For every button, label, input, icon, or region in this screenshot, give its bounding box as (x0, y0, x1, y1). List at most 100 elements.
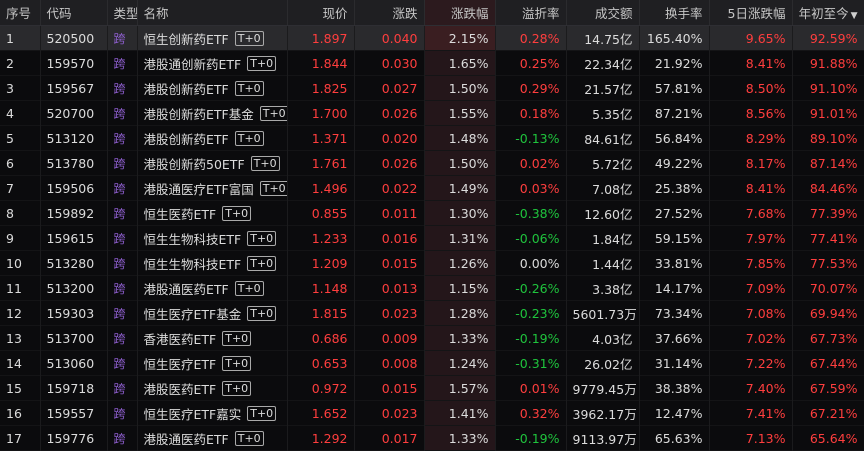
table-row[interactable]: 2 159570 跨 港股通创新药ETF T+0 1.844 0.030 1.65% 0.25%… (0, 50, 864, 76)
cross-border-tag: 跨 (113, 106, 126, 121)
row-code: 513060 (40, 350, 108, 376)
row-premium: -0.31% (495, 350, 567, 376)
t0-badge: T+0 (259, 180, 286, 196)
row-seq: 2 (0, 50, 41, 76)
row-turnover: 3.38亿 (566, 275, 640, 301)
header-seq[interactable]: 序号 (0, 0, 41, 26)
header-turnover[interactable]: 成交额 (566, 0, 640, 26)
row-type: 跨 (107, 275, 138, 301)
row-name-cell: 恒生生物科技ETF T+0 (137, 250, 288, 276)
table-row[interactable]: 16 159557 跨 恒生医疗ETF嘉实 T+0 1.652 0.023 1.41% 0.32… (0, 400, 864, 426)
row-change: 0.011 (354, 200, 425, 226)
row-code: 159557 (40, 400, 108, 426)
header-change[interactable]: 涨跌 (354, 0, 425, 26)
row-turnover: 12.60亿 (566, 200, 640, 226)
t0-badge: T+0 (259, 105, 286, 121)
header-ytd[interactable]: 年初至今 ▼ (792, 0, 864, 26)
row-change: 0.023 (354, 300, 425, 326)
row-turnover: 21.57亿 (566, 75, 640, 101)
t0-badge: T+0 (250, 155, 280, 171)
header-premium[interactable]: 溢折率 (495, 0, 567, 26)
row-type: 跨 (107, 375, 138, 401)
t0-badge: T+0 (234, 430, 264, 446)
row-turnover-rate: 27.52% (639, 200, 710, 226)
row-price: 1.897 (287, 25, 355, 51)
t0-badge: T+0 (222, 380, 252, 396)
row-turnover-rate: 59.15% (639, 225, 710, 251)
row-premium: -0.19% (495, 425, 567, 451)
row-five-day: 7.97% (709, 225, 793, 251)
row-price: 1.815 (287, 300, 355, 326)
row-turnover: 7.08亿 (566, 175, 640, 201)
row-name: 港股创新药ETF (143, 81, 229, 97)
row-premium: 0.28% (495, 25, 567, 51)
header-type[interactable]: 类型 (107, 0, 138, 26)
table-row[interactable]: 3 159567 跨 港股创新药ETF T+0 1.825 0.027 1.50% 0.29% 2… (0, 75, 864, 101)
row-change-pct: 1.33% (424, 425, 496, 451)
row-change: 0.040 (354, 25, 425, 51)
row-premium: -0.13% (495, 125, 567, 151)
row-change: 0.027 (354, 75, 425, 101)
table-row[interactable]: 15 159718 跨 港股医药ETF T+0 0.972 0.015 1.57% 0.01% 9… (0, 375, 864, 401)
row-name-cell: 恒生生物科技ETF T+0 (137, 225, 288, 251)
table-row[interactable]: 4 520700 跨 港股创新药ETF基金 T+0 1.700 0.026 1.55% 0.18… (0, 100, 864, 126)
table-row[interactable]: 11 513200 跨 港股通医药ETF T+0 1.148 0.013 1.15% -0.26… (0, 275, 864, 301)
table-header-row: 序号 代码 类型 名称 现价 涨跌 涨跌幅 溢折率 成交额 换手率 5日涨跌幅 … (0, 0, 864, 26)
row-premium: 0.03% (495, 175, 567, 201)
row-five-day: 7.08% (709, 300, 793, 326)
row-price: 1.844 (287, 50, 355, 76)
row-name-cell: 港股通创新药ETF T+0 (137, 50, 288, 76)
row-premium: 0.32% (495, 400, 567, 426)
table-row[interactable]: 5 513120 跨 港股创新药ETF T+0 1.371 0.020 1.48% -0.13%… (0, 125, 864, 151)
header-code[interactable]: 代码 (40, 0, 108, 26)
table-row[interactable]: 1 520500 跨恒生创新药ETF T+0 1.897 0.040 2.15% 0.28% 1… (0, 25, 864, 51)
header-five-day[interactable]: 5日涨跌幅 (709, 0, 793, 26)
row-five-day: 7.41% (709, 400, 793, 426)
row-type: 跨 (107, 325, 138, 351)
row-turnover: 9113.97万 (566, 425, 640, 451)
table-body: 1 520500 跨恒生创新药ETF T+0 1.897 0.040 2.15% 0.28% 1… (0, 25, 864, 451)
row-price: 1.496 (287, 175, 355, 201)
row-name: 港股通医药ETF (143, 281, 229, 297)
row-type: 跨 (107, 300, 138, 326)
table-row[interactable]: 13 513700 跨 香港医药ETF T+0 0.686 0.009 1.33% -0.19%… (0, 325, 864, 351)
row-premium: 0.01% (495, 375, 567, 401)
row-change: 0.008 (354, 350, 425, 376)
etf-quote-table: 序号 代码 类型 名称 现价 涨跌 涨跌幅 溢折率 成交额 换手率 5日涨跌幅 … (0, 0, 864, 451)
header-turnover-rate[interactable]: 换手率 (639, 0, 710, 26)
row-code: 513120 (40, 125, 108, 151)
table-row[interactable]: 7 159506 跨 港股通医疗ETF富国 T+0 1.496 0.022 1.49% 0.03… (0, 175, 864, 201)
row-price: 1.371 (287, 125, 355, 151)
table-row[interactable]: 14 513060 跨 恒生医疗ETF T+0 0.653 0.008 1.24% -0.31%… (0, 350, 864, 376)
row-change: 0.022 (354, 175, 425, 201)
row-change: 0.026 (354, 150, 425, 176)
cross-border-tag: 跨 (113, 406, 126, 421)
row-change-pct: 1.24% (424, 350, 496, 376)
row-five-day: 8.50% (709, 75, 793, 101)
row-ytd: 67.21% (792, 400, 864, 426)
row-code: 159615 (40, 225, 108, 251)
row-seq: 16 (0, 400, 41, 426)
row-name: 恒生医疗ETF嘉实 (143, 406, 242, 422)
row-code: 520700 (40, 100, 108, 126)
row-change: 0.015 (354, 250, 425, 276)
row-turnover: 3962.17万 (566, 400, 640, 426)
table-row[interactable]: 6 513780 跨 港股创新药50ETF T+0 1.761 0.026 1.50% 0.02… (0, 150, 864, 176)
t0-badge: T+0 (234, 280, 264, 296)
row-turnover-rate: 33.81% (639, 250, 710, 276)
row-name: 恒生医药ETF (143, 206, 217, 222)
row-change-pct: 1.33% (424, 325, 496, 351)
row-seq: 1 (0, 25, 41, 51)
row-name: 恒生医疗ETF基金 (143, 306, 242, 322)
header-change-pct[interactable]: 涨跌幅 (424, 0, 496, 26)
row-ytd: 77.39% (792, 200, 864, 226)
table-row[interactable]: 17 159776 跨港股通医药ETF T+0 1.292 0.017 1.33% -0.19… (0, 425, 864, 451)
header-price[interactable]: 现价 (287, 0, 355, 26)
row-premium: -0.26% (495, 275, 567, 301)
table-row[interactable]: 9 159615 跨 恒生生物科技ETF T+0 1.233 0.016 1.31% -0.06… (0, 225, 864, 251)
table-row[interactable]: 8 159892 跨 恒生医药ETF T+0 0.855 0.011 1.30% -0.38% 1… (0, 200, 864, 226)
row-seq: 3 (0, 75, 41, 101)
header-name[interactable]: 名称 (137, 0, 288, 26)
table-row[interactable]: 12 159303 跨 恒生医疗ETF基金 T+0 1.815 0.023 1.28% -0.2… (0, 300, 864, 326)
table-row[interactable]: 10 513280 跨 恒生生物科技ETF T+0 1.209 0.015 1.26% 0.00… (0, 250, 864, 276)
